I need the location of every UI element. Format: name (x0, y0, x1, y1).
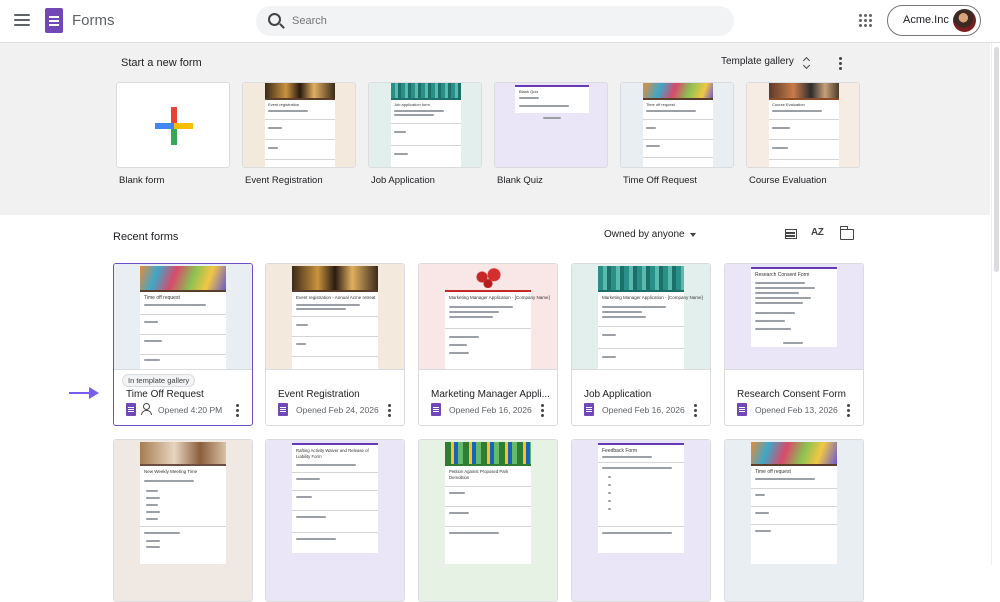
form-thumbnail: New Weekly Meeting Time (114, 440, 252, 601)
search-icon[interactable] (268, 13, 281, 26)
thumb-title: Time off request (144, 295, 180, 301)
template-blank-quiz[interactable]: Blank Quiz (494, 82, 608, 168)
forms-icon (126, 403, 136, 416)
form-more-icon[interactable] (847, 404, 851, 418)
forms-icon (278, 403, 288, 416)
thumb-title: Event registration (268, 102, 300, 107)
account-switcher[interactable]: Acme.Inc (887, 5, 981, 36)
pointer-arrow-icon (69, 387, 99, 399)
template-job-application[interactable]: Job application form (368, 82, 482, 168)
templates-more-icon[interactable] (839, 57, 843, 71)
recent-forms-heading: Recent forms (113, 231, 179, 243)
expand-collapse-icon[interactable] (803, 57, 811, 69)
top-app-bar: Forms Acme.Inc (0, 0, 1000, 43)
template-label[interactable]: Course Evaluation (749, 175, 827, 186)
thumb-title: Marketing Manager Application - [Company… (602, 295, 703, 300)
last-opened: Opened Feb 16, 2026 (449, 405, 532, 415)
form-more-icon[interactable] (694, 404, 698, 418)
avatar[interactable] (953, 9, 976, 32)
recent-form-card[interactable]: Petition Against Proposed Park Demolitio… (418, 439, 558, 602)
thumb-title: Time off request (646, 102, 675, 107)
form-more-icon[interactable] (236, 404, 240, 418)
template-label[interactable]: Job Application (371, 175, 435, 186)
thumb-title: Job application form (394, 102, 430, 107)
recent-form-card[interactable]: Event registration - Annual Acme retreat… (265, 263, 405, 426)
thumb-title: New Weekly Meeting Time (144, 469, 198, 474)
form-more-icon[interactable] (388, 404, 392, 418)
recent-form-card[interactable]: Rafting Activity Waiver and Release of L… (265, 439, 405, 602)
recent-form-card[interactable]: New Weekly Meeting Time (113, 439, 253, 602)
last-opened: Opened Feb 13, 2026 (755, 405, 838, 415)
start-new-form-heading: Start a new form (121, 57, 202, 69)
form-thumbnail: Petition Against Proposed Park Demolitio… (419, 440, 557, 601)
recent-form-card[interactable]: Research Consent Form Research Consent F… (724, 263, 864, 426)
thumb-title: Research Consent Form (755, 272, 810, 278)
form-thumbnail: Time off request (114, 264, 252, 370)
form-thumbnail: Marketing Manager Application - [Company… (572, 264, 710, 370)
search-bar[interactable] (256, 6, 734, 36)
main-menu-icon[interactable] (12, 11, 32, 31)
form-name[interactable]: Research Consent Form (737, 389, 846, 400)
forms-logo-icon[interactable] (45, 8, 63, 33)
form-thumbnail: Feedback Form (572, 440, 710, 601)
recent-form-card[interactable]: Feedback Form (571, 439, 711, 602)
thumb-title: Time off request (755, 469, 791, 475)
plus-icon (155, 107, 193, 145)
folder-icon[interactable] (839, 226, 854, 240)
template-label[interactable]: Blank Quiz (497, 175, 543, 186)
sort-icon[interactable]: AZ (811, 227, 824, 238)
form-name[interactable]: Time Off Request (126, 389, 204, 400)
search-input[interactable] (292, 12, 712, 30)
dropdown-caret-icon[interactable] (690, 233, 696, 237)
shared-people-icon (141, 403, 155, 415)
last-opened: Opened 4:20 PM (158, 405, 223, 415)
page-scrollbar[interactable] (991, 43, 1000, 565)
form-name[interactable]: Job Application (584, 389, 651, 400)
list-view-icon[interactable] (785, 229, 797, 239)
forms-icon (584, 403, 594, 416)
app-title[interactable]: Forms (72, 12, 115, 29)
template-label[interactable]: Event Registration (245, 175, 323, 186)
recent-form-card[interactable]: Marketing Manager Application - [Company… (571, 263, 711, 426)
template-event-registration[interactable]: Event registration (242, 82, 356, 168)
thumb-title: Marketing Manager Application - [Company… (449, 295, 550, 300)
forms-icon (737, 403, 747, 416)
thumb-title: Blank Quiz (519, 89, 539, 94)
last-opened: Opened Feb 24, 2026 (296, 405, 379, 415)
template-gallery-badge: In template gallery (122, 374, 196, 387)
google-apps-icon[interactable] (859, 14, 872, 27)
thumb-title: Feedback Form (602, 448, 638, 454)
scrollbar-thumb[interactable] (994, 47, 999, 272)
owner-filter-dropdown[interactable]: Owned by anyone (604, 229, 685, 240)
thumb-title: Event registration - Annual Acme retreat (296, 295, 376, 300)
template-time-off-request[interactable]: Time off request (620, 82, 734, 168)
thumb-title: Course Evaluation (772, 102, 805, 107)
form-thumbnail: Marketing Manager Application - [Company… (419, 264, 557, 370)
thumb-title: Rafting Activity Waiver and Release of L… (296, 448, 369, 459)
recent-form-card[interactable]: Time off request (724, 439, 864, 602)
form-more-icon[interactable] (541, 404, 545, 418)
form-name[interactable]: Event Registration (278, 389, 360, 400)
template-gallery-button[interactable]: Template gallery (721, 56, 794, 67)
forms-icon (431, 403, 441, 416)
form-name[interactable]: Marketing Manager Appli... (431, 389, 550, 400)
form-thumbnail: Time off request (725, 440, 863, 601)
template-section: Start a new form Template gallery Blank … (0, 43, 990, 215)
thumb-title: Petition Against Proposed Park Demolitio… (449, 469, 509, 480)
form-thumbnail: Research Consent Form (725, 264, 863, 370)
template-label[interactable]: Blank form (119, 175, 164, 186)
account-name: Acme.Inc (903, 14, 949, 26)
template-blank-form[interactable] (116, 82, 230, 168)
template-label[interactable]: Time Off Request (623, 175, 697, 186)
recent-form-card[interactable]: Time off request In template gallery Tim… (113, 263, 253, 426)
last-opened: Opened Feb 16, 2026 (602, 405, 685, 415)
form-thumbnail: Event registration - Annual Acme retreat (266, 264, 404, 370)
recent-form-card[interactable]: Marketing Manager Application - [Company… (418, 263, 558, 426)
template-course-evaluation[interactable]: Course Evaluation (746, 82, 860, 168)
form-thumbnail: Rafting Activity Waiver and Release of L… (266, 440, 404, 601)
